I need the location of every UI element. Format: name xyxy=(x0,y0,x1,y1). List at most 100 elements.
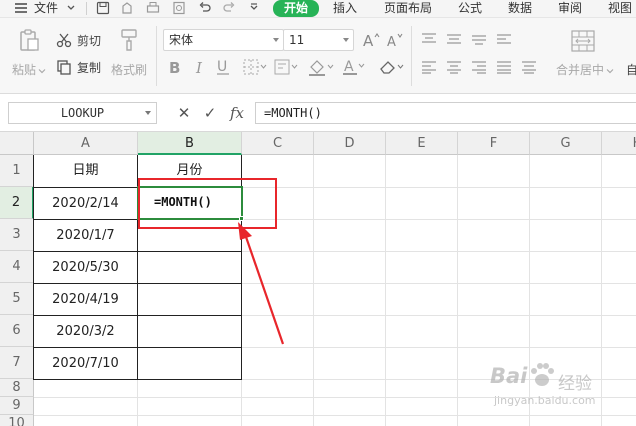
align-top-icon[interactable] xyxy=(421,32,437,46)
distributed-align-icon[interactable] xyxy=(521,60,537,74)
orientation-icon[interactable] xyxy=(496,32,512,46)
row-header-10[interactable]: 10 xyxy=(0,415,34,426)
gridline xyxy=(385,155,386,426)
align-center-icon[interactable] xyxy=(446,60,462,74)
watermark-brand: Bai xyxy=(490,364,528,388)
spreadsheet-grid[interactable]: A B C D E F G H 1 2 3 4 5 6 7 8 9 10 日期 … xyxy=(0,132,636,426)
cell-a5-date[interactable]: 2020/4/19 xyxy=(34,283,137,315)
column-header-c[interactable]: C xyxy=(242,132,314,155)
column-header-h[interactable]: H xyxy=(602,132,636,155)
cell-a4-date[interactable]: 2020/5/30 xyxy=(34,251,137,283)
merge-center-icon[interactable] xyxy=(571,30,595,52)
auto-wrap-button[interactable]: 自 xyxy=(626,61,636,78)
column-header-e[interactable]: E xyxy=(386,132,458,155)
column-header-a[interactable]: A xyxy=(34,132,138,155)
gridline xyxy=(601,155,602,426)
row-header-1[interactable]: 1 xyxy=(0,155,34,187)
svg-text:U: U xyxy=(217,59,227,75)
table-border xyxy=(33,379,242,380)
align-middle-icon[interactable] xyxy=(446,32,462,46)
cell-a6-date[interactable]: 2020/3/2 xyxy=(34,315,137,347)
clear-eraser-icon[interactable] xyxy=(378,59,404,75)
fill-color-bucket-icon[interactable] xyxy=(308,59,334,76)
formula-bar: LOOKUP ✕ ✓ fx =MONTH() xyxy=(0,94,636,132)
row-header-6[interactable]: 6 xyxy=(0,315,34,347)
cell-style-icon[interactable] xyxy=(274,59,298,75)
tab-formulas[interactable]: 公式 xyxy=(458,0,482,18)
row-header-4[interactable]: 4 xyxy=(0,251,34,283)
font-name-select[interactable]: 宋体 xyxy=(163,29,284,51)
paste-icon[interactable] xyxy=(18,28,40,52)
gridline xyxy=(137,379,138,426)
format-painter-icon[interactable] xyxy=(119,28,139,52)
insert-function-fx-icon[interactable]: fx xyxy=(227,102,247,124)
row-header-9[interactable]: 9 xyxy=(0,397,34,415)
redo-icon[interactable] xyxy=(220,0,238,16)
format-painter-button[interactable]: 格式刷 xyxy=(111,61,147,78)
row-header-8[interactable]: 8 xyxy=(0,379,34,397)
tab-review[interactable]: 审阅 xyxy=(558,0,582,18)
cell-a2-date[interactable]: 2020/2/14 xyxy=(34,187,137,219)
gridline xyxy=(241,379,242,426)
justify-icon[interactable] xyxy=(496,60,512,74)
font-size-select[interactable]: 11 xyxy=(283,29,354,51)
underline-icon[interactable]: U xyxy=(215,58,231,76)
bold-icon[interactable]: B xyxy=(167,58,183,76)
tab-page-layout[interactable]: 页面布局 xyxy=(384,0,432,18)
name-box[interactable]: LOOKUP xyxy=(8,102,157,124)
column-header-f[interactable]: F xyxy=(458,132,530,155)
undo-icon[interactable] xyxy=(196,0,214,16)
cell-a3-date[interactable]: 2020/1/7 xyxy=(34,219,137,251)
file-menu[interactable]: 文件 xyxy=(34,0,58,18)
increase-font-size-icon[interactable]: A xyxy=(362,31,380,49)
gridline xyxy=(457,155,458,426)
tab-home[interactable]: 开始 xyxy=(273,0,319,17)
italic-icon[interactable]: I xyxy=(193,58,207,76)
enter-formula-icon[interactable]: ✓ xyxy=(201,102,219,124)
save-icon[interactable] xyxy=(94,0,112,16)
watermark-suffix: 经验 xyxy=(558,374,592,394)
formula-input[interactable]: =MONTH() xyxy=(255,102,636,124)
font-name-value: 宋体 xyxy=(169,33,194,47)
export-icon[interactable] xyxy=(118,0,136,16)
font-name-chevron-icon xyxy=(273,38,279,42)
row-header-3[interactable]: 3 xyxy=(0,219,34,251)
row-header-7[interactable]: 7 xyxy=(0,347,34,379)
ribbon-separator xyxy=(156,26,157,86)
merge-center-chevron-icon[interactable] xyxy=(606,64,614,78)
hamburger-menu-icon[interactable] xyxy=(14,0,28,18)
scissors-icon[interactable] xyxy=(56,32,72,48)
paw-logo-icon xyxy=(530,360,554,391)
customize-toolbar-icon[interactable] xyxy=(245,0,263,16)
cut-button[interactable]: 剪切 xyxy=(77,32,101,49)
cell-a1-date-header[interactable]: 日期 xyxy=(34,155,137,187)
cancel-formula-icon[interactable]: ✕ xyxy=(175,102,193,124)
decrease-font-size-icon[interactable]: A xyxy=(386,31,404,49)
row-header-5[interactable]: 5 xyxy=(0,283,34,315)
gridline xyxy=(34,415,636,416)
tab-view[interactable]: 视图 xyxy=(608,0,632,18)
paste-button-label[interactable]: 粘贴 xyxy=(12,61,36,78)
copy-button[interactable]: 复制 xyxy=(77,59,101,76)
paste-dropdown-chevron-icon[interactable] xyxy=(38,64,46,78)
file-dropdown-chevron-icon[interactable] xyxy=(66,0,76,18)
svg-text:A: A xyxy=(363,32,374,49)
svg-text:A: A xyxy=(344,59,354,75)
tab-insert[interactable]: 插入 xyxy=(333,0,357,18)
cell-a7-date[interactable]: 2020/7/10 xyxy=(34,347,137,379)
border-icon[interactable] xyxy=(243,59,267,75)
column-header-g[interactable]: G xyxy=(530,132,602,155)
tab-data[interactable]: 数据 xyxy=(508,0,532,18)
align-left-icon[interactable] xyxy=(421,60,437,74)
select-all-corner[interactable] xyxy=(0,132,34,155)
copy-icon[interactable] xyxy=(56,59,72,75)
align-right-icon[interactable] xyxy=(471,60,487,74)
print-icon[interactable] xyxy=(144,0,162,16)
column-header-b[interactable]: B xyxy=(138,132,242,155)
row-header-2[interactable]: 2 xyxy=(0,187,34,219)
font-color-icon[interactable]: A xyxy=(342,58,366,76)
column-header-d[interactable]: D xyxy=(314,132,386,155)
print-preview-icon[interactable] xyxy=(170,0,188,16)
align-bottom-icon[interactable] xyxy=(471,32,487,46)
merge-center-button[interactable]: 合并居中 xyxy=(556,61,604,78)
